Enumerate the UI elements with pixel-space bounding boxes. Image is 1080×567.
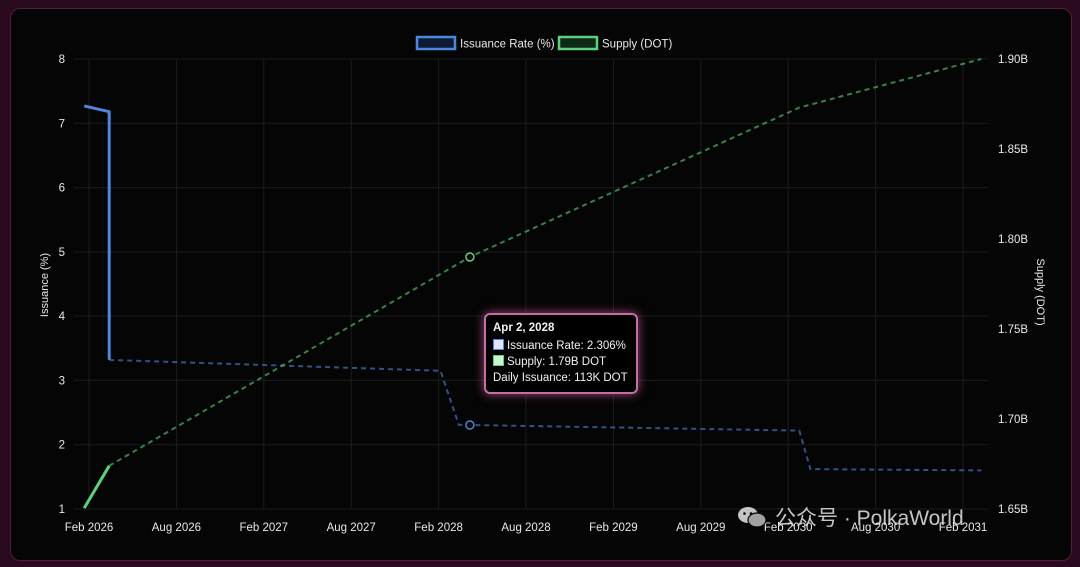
x-tick-label: Aug 2028: [501, 522, 550, 534]
y-right-tick-label: 1.70B: [998, 414, 1028, 426]
x-tick-label: Aug 2026: [152, 522, 201, 534]
legend: Issuance Rate (%) Supply (DOT): [415, 35, 672, 51]
tooltip-rate: Issuance Rate: 2.306%: [507, 340, 626, 352]
legend-supply-label: Supply (DOT): [602, 39, 672, 51]
y-right-tick-label: 1.90B: [998, 54, 1028, 66]
y-right-tick-label: 1.65B: [998, 504, 1028, 516]
chart-tooltip: Apr 2, 2028 Issuance Rate: 2.306% Supply…: [484, 313, 638, 394]
y-right-tick-label: 1.85B: [998, 144, 1028, 156]
x-tick-label: Feb 2028: [414, 522, 463, 534]
legend-rate-label: Issuance Rate (%): [460, 39, 555, 51]
y-left-tick-label: 6: [59, 183, 65, 195]
tooltip-supply: Supply: 1.79B DOT: [507, 356, 607, 368]
x-tick-label: Aug 2029: [676, 522, 725, 534]
y-left-tick-label: 1: [59, 504, 65, 516]
rate-swatch-icon: [493, 339, 504, 350]
y-left-tick-label: 4: [59, 311, 66, 323]
y-left-tick-label: 7: [59, 118, 65, 130]
supply-highlight-point: [465, 252, 475, 262]
grid: [74, 58, 988, 510]
wechat-icon: [738, 507, 767, 528]
chart-frame: Feb 2026 Aug 2026 Feb 2027 Aug 2027 Feb 2028…: [10, 8, 1072, 561]
rate-series-actual-line: [83, 104, 111, 360]
y-left-axis-title: Issuance (%): [39, 253, 51, 317]
x-tick-label: Feb 2029: [589, 522, 638, 534]
x-tick-label: Feb 2027: [239, 522, 288, 534]
tooltip-supply-row: Supply: 1.79B DOT: [493, 354, 628, 370]
supply-series-projected-line: [108, 58, 982, 467]
supply-swatch-icon: [493, 355, 504, 366]
rate-highlight-point: [465, 420, 475, 430]
tooltip-daily: Daily Issuance: 113K DOT: [493, 372, 628, 384]
tooltip-rate-row: Issuance Rate: 2.306%: [493, 338, 628, 354]
y-left-tick-label: 2: [59, 440, 65, 452]
y-left-tick-label: 8: [59, 54, 65, 66]
tooltip-title: Apr 2, 2028: [493, 322, 555, 334]
y-right-tick-label: 1.80B: [998, 234, 1028, 246]
watermark-text: 公众号 · PolkaWorld: [775, 507, 964, 530]
y-right-axis-title: Supply (DOT): [1034, 258, 1046, 325]
x-tick-label: Aug 2027: [327, 522, 376, 534]
supply-series-actual-line: [82, 465, 111, 509]
issuance-supply-chart: Feb 2026 Aug 2026 Feb 2027 Aug 2027 Feb 2028…: [39, 35, 1046, 534]
y-left-tick-label: 3: [59, 375, 65, 387]
y-left-tick-label: 5: [59, 247, 65, 259]
y-right-tick-label: 1.75B: [998, 324, 1028, 336]
legend-supply-swatch: [557, 35, 599, 51]
watermark: 公众号 · PolkaWorld: [737, 500, 964, 534]
legend-rate-swatch: [415, 35, 457, 51]
x-tick-label: Feb 2026: [65, 522, 114, 534]
